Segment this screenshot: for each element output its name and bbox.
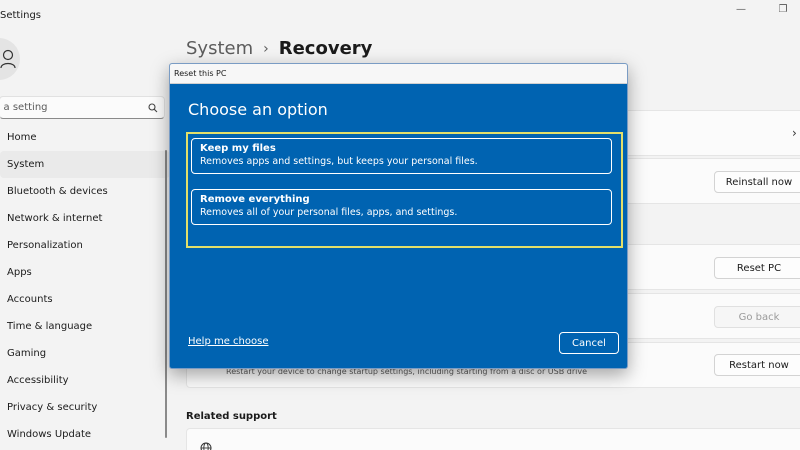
dialog-heading: Choose an option: [188, 100, 328, 119]
option-description: Removes all of your personal files, apps…: [200, 207, 458, 218]
search-box[interactable]: [0, 96, 165, 119]
sidebar-item-time-language[interactable]: Time & language: [0, 313, 170, 340]
app-title: Settings: [0, 10, 42, 21]
avatar[interactable]: [0, 38, 20, 80]
user-icon: [0, 49, 16, 69]
page-title: Recovery: [278, 38, 373, 59]
sidebar-item-personalization[interactable]: Personalization: [0, 232, 170, 259]
breadcrumb-separator-icon: ›: [263, 40, 269, 57]
breadcrumb-parent[interactable]: System: [186, 38, 253, 59]
reset-pc-dialog: Reset this PC Choose an option Keep my f…: [169, 63, 628, 369]
chevron-right-icon: ›: [792, 126, 797, 140]
globe-icon: [200, 442, 212, 450]
related-support-heading: Related support: [186, 411, 277, 422]
reset-pc-button[interactable]: Reset PC: [714, 257, 800, 279]
sidebar-item-accounts[interactable]: Accounts: [0, 286, 170, 313]
sidebar-item-gaming[interactable]: Gaming: [0, 340, 170, 367]
sidebar-item-apps[interactable]: Apps: [0, 259, 170, 286]
help-me-choose-link[interactable]: Help me choose: [188, 336, 268, 347]
sidebar-item-privacy[interactable]: Privacy & security: [0, 394, 170, 421]
sidebar-item-windows-update[interactable]: Windows Update: [0, 421, 170, 448]
sidebar-item-accessibility[interactable]: Accessibility: [0, 367, 170, 394]
option-title: Remove everything: [200, 194, 310, 205]
sidebar-nav: Home System Bluetooth & devices Network …: [0, 124, 170, 448]
search-input[interactable]: [0, 102, 129, 113]
go-back-button: Go back: [714, 306, 800, 328]
maximize-icon[interactable]: ❐: [776, 4, 790, 15]
sidebar-item-network[interactable]: Network & internet: [0, 205, 170, 232]
reinstall-now-button[interactable]: Reinstall now: [714, 171, 800, 193]
keep-my-files-option[interactable]: Keep my files Removes apps and settings,…: [191, 138, 612, 174]
dialog-titlebar: Reset this PC: [170, 64, 627, 84]
window-controls: — ❐: [734, 4, 790, 15]
sidebar-scrollbar[interactable]: [165, 150, 167, 438]
sidebar-item-home[interactable]: Home: [0, 124, 170, 151]
sidebar-item-system[interactable]: System: [0, 151, 170, 178]
remove-everything-option[interactable]: Remove everything Removes all of your pe…: [191, 189, 612, 225]
search-icon[interactable]: [148, 102, 158, 113]
option-description: Removes apps and settings, but keeps you…: [200, 156, 478, 167]
option-title: Keep my files: [200, 143, 276, 154]
related-support-card[interactable]: [186, 428, 800, 450]
cancel-button[interactable]: Cancel: [559, 332, 619, 354]
breadcrumb: System › Recovery: [186, 38, 372, 59]
restart-now-button[interactable]: Restart now: [714, 354, 800, 376]
sidebar-item-bluetooth[interactable]: Bluetooth & devices: [0, 178, 170, 205]
minimize-icon[interactable]: —: [734, 4, 748, 15]
options-focus-frame: Keep my files Removes apps and settings,…: [186, 132, 623, 248]
